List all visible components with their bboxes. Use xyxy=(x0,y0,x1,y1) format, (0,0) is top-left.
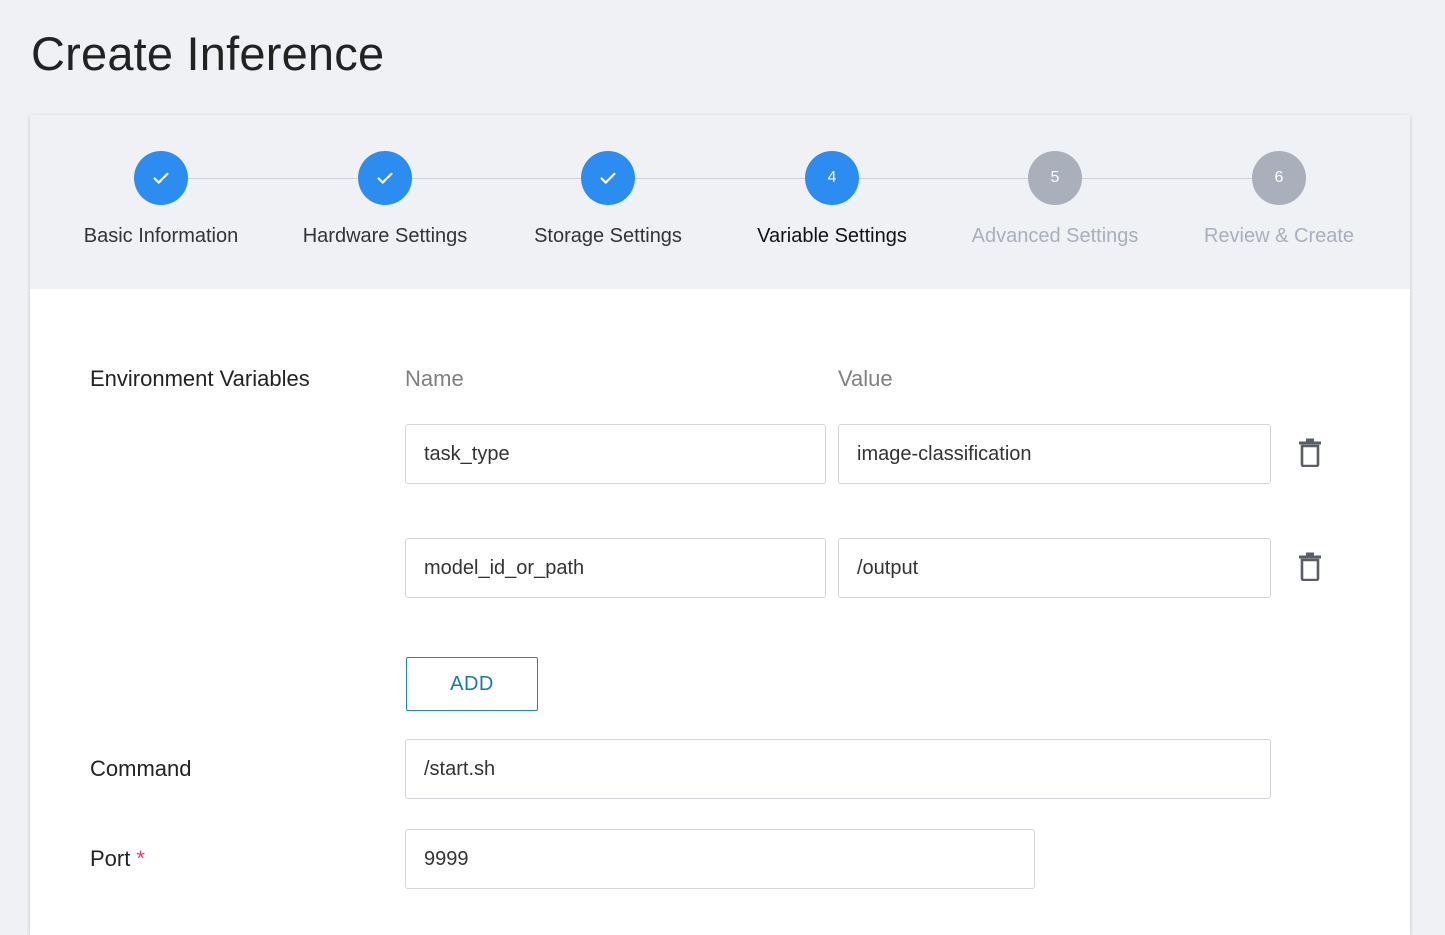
step-label: Review & Create xyxy=(1203,225,1355,247)
step-circle: 6 xyxy=(1252,151,1306,205)
port-input[interactable]: 9999 xyxy=(405,829,1035,889)
command-label: Command xyxy=(90,756,192,781)
env-value-input[interactable]: image-classification xyxy=(838,424,1271,484)
step-label: Storage Settings xyxy=(534,225,682,247)
step-circle: 5 xyxy=(1028,151,1082,205)
page-title: Create Inference xyxy=(31,27,385,80)
step-review-create[interactable]: 6 Review & Create xyxy=(1164,151,1394,248)
environment-variables-label: Environment Variables xyxy=(90,366,310,391)
port-label-text: Port xyxy=(90,846,131,871)
step-variable-settings[interactable]: 4 Variable Settings xyxy=(717,151,947,248)
step-label: Advanced Settings xyxy=(971,225,1139,247)
step-basic-information[interactable]: Basic Information xyxy=(46,151,276,248)
step-label: Basic Information xyxy=(83,225,239,247)
check-icon xyxy=(600,172,616,184)
env-name-input[interactable]: model_id_or_path xyxy=(405,538,826,598)
delete-icon[interactable] xyxy=(1298,551,1322,581)
env-name-input[interactable]: task_type xyxy=(405,424,826,484)
step-hardware-settings[interactable]: Hardware Settings xyxy=(270,151,500,248)
stepper: Basic Information Hardware Settings Stor… xyxy=(30,115,1410,289)
port-label: Port * xyxy=(90,846,145,872)
delete-icon[interactable] xyxy=(1298,437,1322,467)
check-icon xyxy=(377,172,393,184)
add-variable-button[interactable]: ADD xyxy=(406,657,538,711)
step-circle xyxy=(581,151,635,205)
step-circle xyxy=(134,151,188,205)
step-circle: 4 xyxy=(805,151,859,205)
value-column-header: Value xyxy=(838,366,893,391)
env-value-input[interactable]: /output xyxy=(838,538,1271,598)
step-storage-settings[interactable]: Storage Settings xyxy=(493,151,723,248)
check-icon xyxy=(153,172,169,184)
step-label: Variable Settings xyxy=(757,225,907,247)
form-card: Basic Information Hardware Settings Stor… xyxy=(30,115,1410,935)
step-circle xyxy=(358,151,412,205)
step-advanced-settings[interactable]: 5 Advanced Settings xyxy=(940,151,1170,248)
step-label: Hardware Settings xyxy=(302,225,468,247)
name-column-header: Name xyxy=(405,366,464,391)
command-input[interactable]: /start.sh xyxy=(405,739,1271,799)
required-marker: * xyxy=(136,846,145,871)
